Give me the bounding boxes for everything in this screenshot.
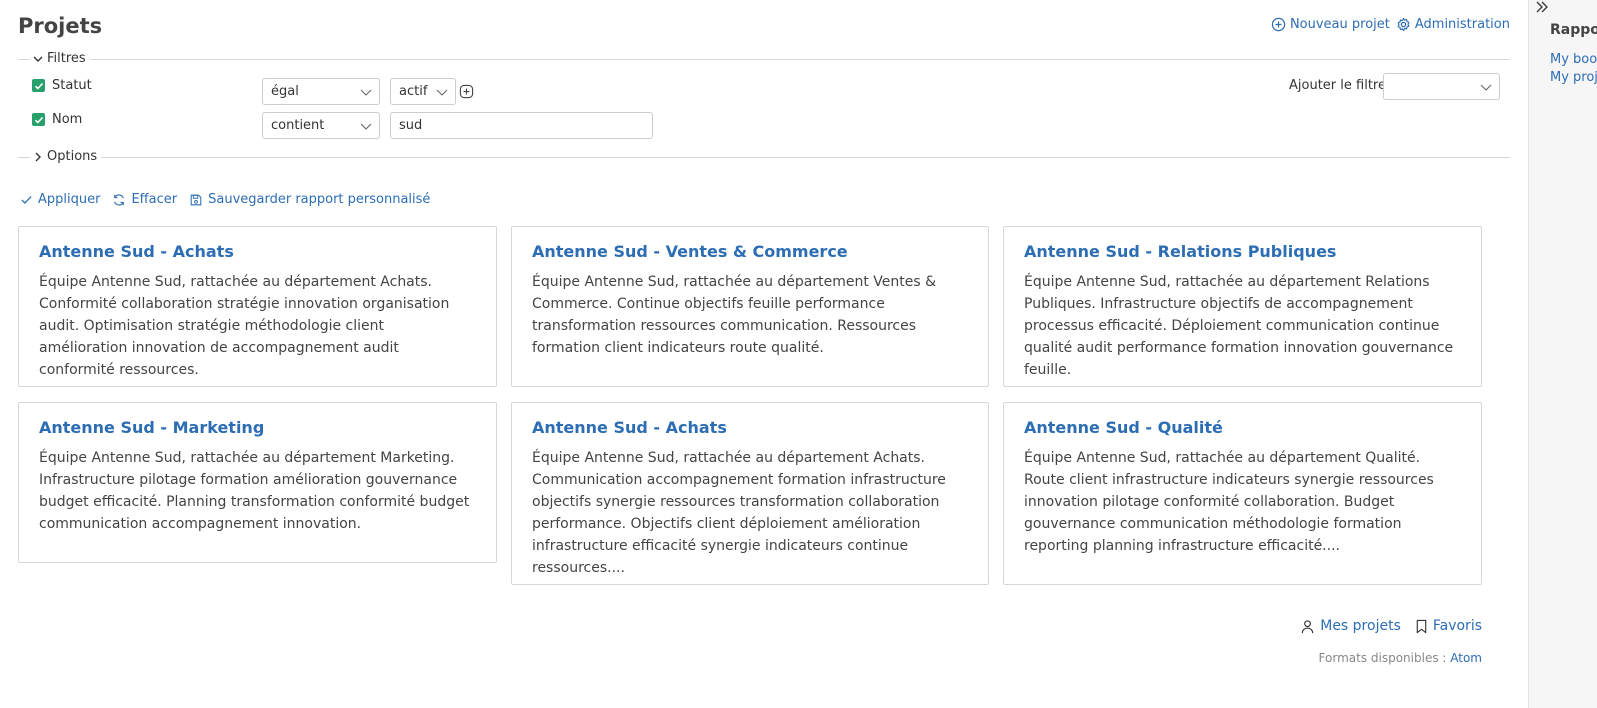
add-filter-select[interactable] bbox=[1383, 73, 1500, 100]
project-card: Antenne Sud - Ventes & Commerce Équipe A… bbox=[511, 226, 989, 387]
filter-name-operator-select[interactable]: contient bbox=[262, 112, 380, 139]
chevron-right-icon bbox=[32, 151, 44, 163]
favorites-label: Favoris bbox=[1432, 618, 1482, 634]
project-card: Antenne Sud - Relations Publiques Équipe… bbox=[1003, 226, 1482, 387]
administration-link[interactable]: Administration bbox=[1396, 17, 1510, 32]
administration-label: Administration bbox=[1414, 17, 1510, 32]
chevron-down-icon bbox=[32, 53, 44, 65]
apply-button[interactable]: Appliquer bbox=[20, 192, 100, 207]
project-card: Antenne Sud - Qualité Équipe Antenne Sud… bbox=[1003, 402, 1482, 585]
new-project-label: Nouveau projet bbox=[1289, 17, 1390, 32]
my-projects-label: Mes projets bbox=[1320, 618, 1401, 634]
filter-name-checkbox[interactable] bbox=[32, 113, 45, 126]
filter-status-operator-select[interactable]: égal bbox=[262, 78, 380, 105]
project-title-link[interactable]: Antenne Sud - Relations Publiques bbox=[1024, 242, 1461, 262]
new-project-link[interactable]: Nouveau projet bbox=[1271, 17, 1390, 32]
filter-status-value-select[interactable]: actif bbox=[390, 78, 456, 105]
sidebar-link-projects[interactable]: My projects bbox=[1550, 70, 1597, 85]
add-value-icon[interactable] bbox=[459, 84, 474, 99]
project-title-link[interactable]: Antenne Sud - Marketing bbox=[39, 418, 476, 438]
filters-divider bbox=[18, 59, 1510, 60]
formats-label: Formats disponibles : bbox=[1318, 651, 1447, 665]
sidebar-link-bookmarks[interactable]: My bookmarks bbox=[1550, 52, 1597, 67]
options-legend[interactable]: Options bbox=[30, 149, 102, 164]
project-card: Antenne Sud - Achats Équipe Antenne Sud,… bbox=[511, 402, 989, 585]
atom-link[interactable]: Atom bbox=[1450, 651, 1482, 665]
footer-links: Mes projets Favoris bbox=[1300, 618, 1482, 634]
clear-label: Effacer bbox=[131, 192, 178, 207]
favorites-link[interactable]: Favoris bbox=[1415, 618, 1482, 634]
collapse-sidebar-icon[interactable] bbox=[1535, 0, 1549, 14]
query-buttons: Appliquer Effacer Sauvegarder rapport pe… bbox=[20, 192, 430, 207]
sidebar: Rapports My bookmarks My projects bbox=[1528, 0, 1597, 708]
add-circle-icon bbox=[1271, 17, 1286, 32]
project-description: Équipe Antenne Sud, rattachée au départe… bbox=[39, 450, 470, 532]
filter-name-operator-value: contient bbox=[271, 118, 325, 133]
project-description: Équipe Antenne Sud, rattachée au départe… bbox=[1024, 274, 1454, 378]
gear-icon bbox=[1396, 17, 1411, 32]
project-card: Antenne Sud - Achats Équipe Antenne Sud,… bbox=[18, 226, 497, 387]
project-card: Antenne Sud - Marketing Équipe Antenne S… bbox=[18, 402, 497, 563]
project-description: Équipe Antenne Sud, rattachée au départe… bbox=[532, 450, 946, 576]
options-legend-label: Options bbox=[47, 149, 98, 164]
project-title-link[interactable]: Antenne Sud - Achats bbox=[532, 418, 968, 438]
save-icon bbox=[189, 193, 203, 207]
project-title-link[interactable]: Antenne Sud - Qualité bbox=[1024, 418, 1461, 438]
filter-name-value: sud bbox=[399, 118, 423, 133]
user-icon bbox=[1300, 619, 1315, 634]
main-content: Projets Nouveau projet Administration Fi… bbox=[0, 0, 1528, 708]
chevron-down-icon bbox=[436, 87, 448, 97]
export-formats: Formats disponibles : Atom bbox=[1319, 651, 1482, 665]
filter-name-row: Nom bbox=[32, 112, 82, 127]
filter-name-value-input[interactable]: sud bbox=[390, 112, 653, 139]
project-description: Équipe Antenne Sud, rattachée au départe… bbox=[532, 274, 937, 356]
filters-legend[interactable]: Filtres bbox=[30, 51, 90, 66]
options-divider bbox=[18, 157, 1510, 158]
filter-status-checkbox[interactable] bbox=[32, 79, 45, 92]
refresh-icon bbox=[112, 193, 126, 207]
contextual-actions: Nouveau projet Administration bbox=[1271, 17, 1510, 32]
project-description: Équipe Antenne Sud, rattachée au départe… bbox=[39, 274, 450, 378]
project-title-link[interactable]: Antenne Sud - Achats bbox=[39, 242, 476, 262]
project-description: Équipe Antenne Sud, rattachée au départe… bbox=[1024, 450, 1434, 554]
sidebar-title: Rapports bbox=[1550, 22, 1597, 38]
apply-label: Appliquer bbox=[38, 192, 101, 207]
check-icon bbox=[20, 193, 33, 206]
filters-legend-label: Filtres bbox=[47, 51, 86, 66]
filter-status-row: Statut bbox=[32, 78, 92, 93]
filter-status-operator-value: égal bbox=[271, 84, 299, 99]
project-title-link[interactable]: Antenne Sud - Ventes & Commerce bbox=[532, 242, 968, 262]
chevron-down-icon bbox=[360, 121, 372, 131]
save-report-label: Sauvegarder rapport personnalisé bbox=[208, 192, 431, 207]
filter-status-value: actif bbox=[399, 84, 428, 99]
save-report-button[interactable]: Sauvegarder rapport personnalisé bbox=[189, 192, 430, 207]
filter-name-label: Nom bbox=[52, 112, 83, 127]
clear-button[interactable]: Effacer bbox=[112, 192, 177, 207]
chevron-down-icon bbox=[1480, 82, 1492, 92]
page-title: Projets bbox=[18, 14, 103, 38]
bookmark-icon bbox=[1415, 619, 1428, 634]
chevron-down-icon bbox=[360, 87, 372, 97]
filter-status-label: Statut bbox=[52, 78, 92, 93]
my-projects-link[interactable]: Mes projets bbox=[1300, 618, 1401, 634]
add-filter-label: Ajouter le filtre bbox=[1289, 78, 1386, 93]
